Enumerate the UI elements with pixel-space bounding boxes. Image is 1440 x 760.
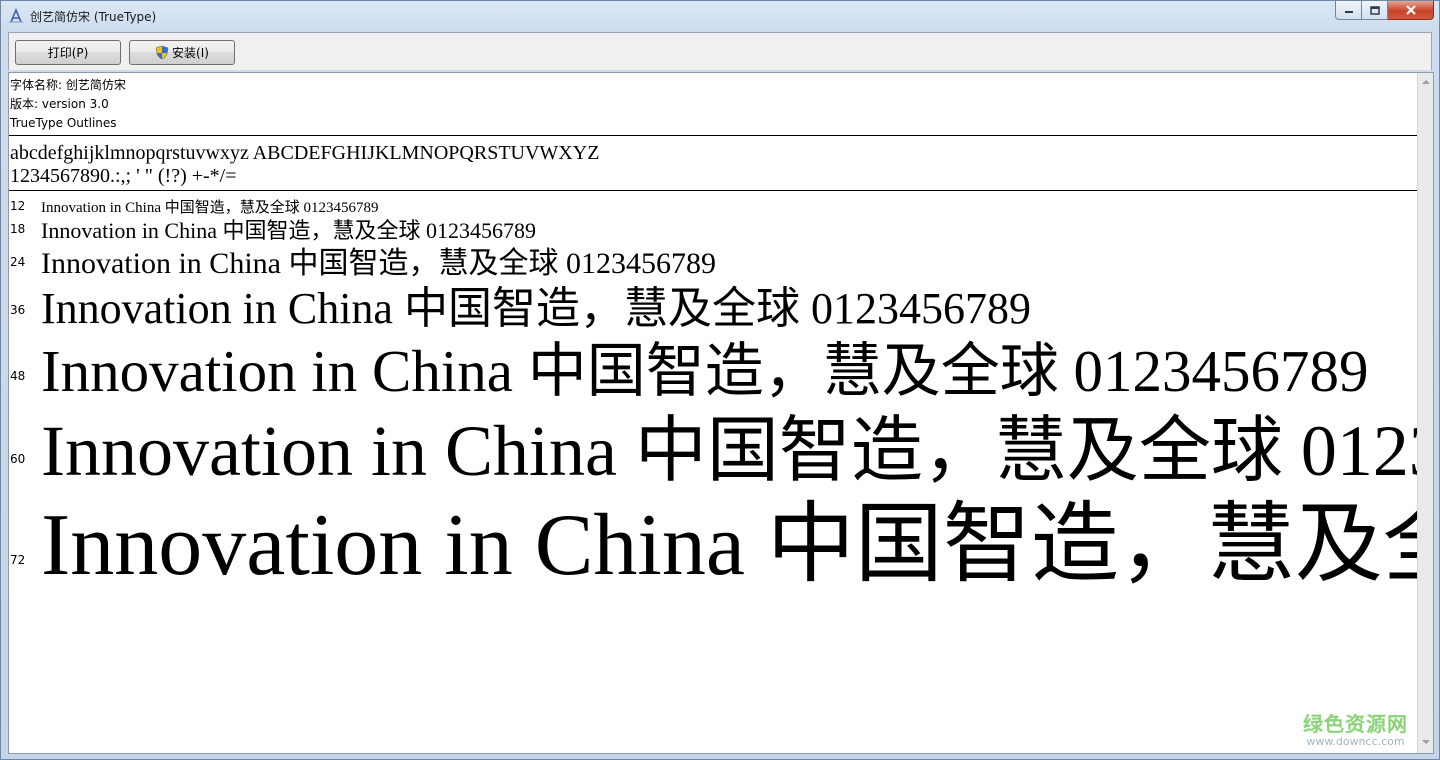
maximize-button[interactable] bbox=[1362, 1, 1388, 20]
charset-letters: abcdefghijklmnopqrstuvwxyz ABCDEFGHIJKLM… bbox=[10, 142, 600, 164]
font-type-line: TrueType Outlines bbox=[10, 116, 117, 130]
shield-icon bbox=[155, 45, 169, 60]
title-bar[interactable]: 创艺简仿宋 (TrueType) bbox=[1, 1, 1439, 31]
sample-size-label: 36 bbox=[10, 303, 26, 317]
font-preview-pane: 字体名称: 创艺简仿宋 版本: version 3.0 TrueType Out… bbox=[8, 72, 1434, 754]
scroll-up-arrow-icon[interactable] bbox=[1421, 77, 1431, 87]
font-name-line: 字体名称: 创艺简仿宋 bbox=[10, 78, 126, 92]
sample-size-label: 48 bbox=[10, 369, 26, 383]
font-version-line: 版本: version 3.0 bbox=[10, 97, 109, 111]
divider bbox=[9, 190, 1417, 191]
scroll-down-arrow-icon[interactable] bbox=[1421, 737, 1431, 747]
print-button-label: 打印(P) bbox=[47, 46, 89, 60]
vertical-scrollbar[interactable] bbox=[1417, 73, 1433, 753]
sample-text: Innovation in China 中国智造，慧及全球 0123456789 bbox=[41, 497, 1417, 594]
close-icon bbox=[1405, 5, 1416, 15]
watermark-title: 绿色资源网 bbox=[1303, 712, 1408, 736]
minimize-button[interactable] bbox=[1335, 1, 1362, 20]
close-button[interactable] bbox=[1388, 1, 1434, 20]
font-viewer-window: 创艺简仿宋 (TrueType) 打印(P) 安装(I) 字体名称: 创艺简仿宋… bbox=[0, 0, 1440, 760]
maximize-icon bbox=[1369, 5, 1380, 15]
character-set: abcdefghijklmnopqrstuvwxyz ABCDEFGHIJKLM… bbox=[10, 142, 599, 188]
preview-scroll-area: 字体名称: 创艺简仿宋 版本: version 3.0 TrueType Out… bbox=[9, 73, 1417, 753]
minimize-icon bbox=[1344, 11, 1353, 13]
sample-size-label: 24 bbox=[10, 255, 26, 269]
install-button-label: 安装(I) bbox=[172, 46, 209, 60]
font-info: 字体名称: 创艺简仿宋 版本: version 3.0 TrueType Out… bbox=[10, 76, 126, 133]
charset-symbols: 1234567890.:,; ' " (!?) +-*/= bbox=[10, 165, 237, 187]
install-button[interactable]: 安装(I) bbox=[129, 40, 235, 65]
sample-size-label: 12 bbox=[10, 199, 26, 213]
sample-size-label: 72 bbox=[10, 553, 26, 567]
divider bbox=[9, 135, 1417, 136]
watermark: 绿色资源网 www.downcc.com bbox=[1303, 708, 1408, 748]
sample-size-label: 18 bbox=[10, 222, 26, 236]
sample-size-label: 60 bbox=[10, 452, 26, 466]
print-button[interactable]: 打印(P) bbox=[15, 40, 121, 65]
toolbar: 打印(P) 安装(I) bbox=[8, 32, 1432, 70]
caption-buttons bbox=[1335, 1, 1434, 21]
font-app-icon bbox=[9, 8, 23, 23]
window-title: 创艺简仿宋 (TrueType) bbox=[30, 10, 157, 24]
